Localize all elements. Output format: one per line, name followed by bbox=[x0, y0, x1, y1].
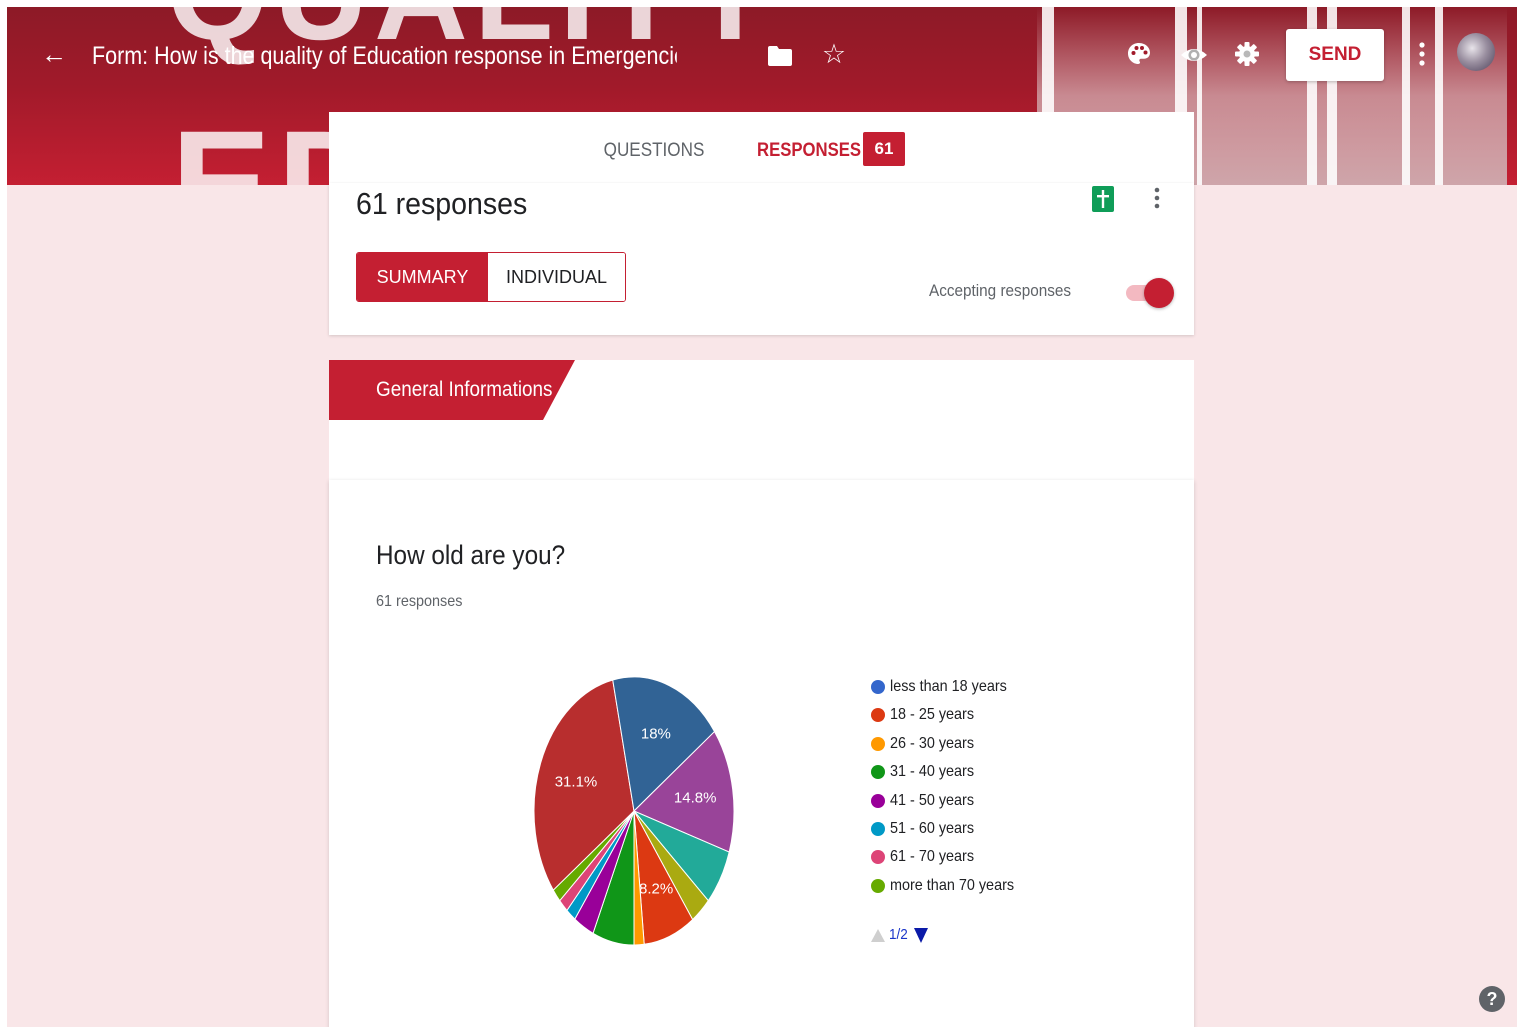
legend-label: more than 70 years bbox=[890, 876, 1015, 894]
summary-button[interactable]: SUMMARY bbox=[357, 253, 488, 301]
legend-label: less than 18 years bbox=[890, 678, 1007, 695]
view-toggle: SUMMARY INDIVIDUAL bbox=[356, 252, 626, 302]
tab-questions[interactable]: QUESTIONS bbox=[596, 112, 713, 190]
legend-color-dot bbox=[871, 680, 885, 694]
legend-item[interactable]: 18 - 25 years bbox=[869, 703, 1109, 729]
tabs-bar: QUESTIONS RESPONSES 61 bbox=[329, 112, 1194, 190]
legend-pager: 1/2 bbox=[869, 925, 989, 947]
pie-slice-label: 31.1% bbox=[555, 774, 598, 791]
legend-color-dot bbox=[871, 736, 885, 751]
responses-count-badge: 61 bbox=[863, 132, 905, 166]
header-stripe bbox=[1402, 7, 1410, 185]
more-vert-icon[interactable] bbox=[1147, 185, 1167, 213]
legend-label: 26 - 30 years bbox=[890, 734, 975, 752]
section-title: General Informations bbox=[376, 378, 553, 401]
legend-color-dot bbox=[871, 878, 885, 893]
responses-summary-card: 61 responses SUMMARY INDIVIDUAL Acceptin… bbox=[329, 183, 1194, 335]
legend-item[interactable]: 31 - 40 years bbox=[869, 760, 1109, 786]
pie-chart: 31.1% 18% 14.8% 8.2% bbox=[533, 676, 735, 946]
legend-item[interactable]: 41 - 50 years bbox=[869, 789, 1109, 815]
question-response-count: 61 responses bbox=[376, 593, 463, 610]
legend-label: 51 - 60 years bbox=[890, 820, 975, 837]
legend-label: 31 - 40 years bbox=[890, 763, 975, 781]
legend-color-dot bbox=[871, 822, 885, 836]
avatar[interactable] bbox=[1457, 33, 1495, 71]
individual-button[interactable]: INDIVIDUAL bbox=[488, 253, 625, 301]
send-button[interactable]: SEND bbox=[1286, 29, 1384, 81]
legend-label: 61 - 70 years bbox=[890, 848, 975, 866]
eye-icon[interactable] bbox=[1179, 41, 1209, 69]
responses-count-title: 61 responses bbox=[356, 186, 528, 221]
legend-item[interactable]: 51 - 60 years bbox=[869, 817, 1109, 843]
header-stripe bbox=[1435, 7, 1443, 185]
section-header-card: General Informations bbox=[329, 360, 1194, 482]
legend-page-label: 1/2 bbox=[889, 926, 908, 943]
question-title: How old are you? bbox=[376, 540, 566, 570]
palette-icon[interactable] bbox=[1125, 40, 1153, 68]
tab-responses-label: RESPONSES bbox=[757, 140, 862, 161]
tab-responses[interactable]: RESPONSES 61 bbox=[731, 112, 931, 190]
legend-color-dot bbox=[871, 850, 885, 865]
help-icon[interactable]: ? bbox=[1479, 986, 1505, 1012]
legend-label: 18 - 25 years bbox=[890, 706, 975, 724]
back-arrow-icon[interactable]: ← bbox=[37, 37, 71, 71]
star-icon[interactable]: ☆ bbox=[819, 39, 849, 69]
accepting-responses-label: Accepting responses bbox=[929, 281, 1072, 300]
legend-next-icon[interactable] bbox=[914, 928, 928, 943]
legend-prev-icon[interactable] bbox=[871, 929, 885, 942]
legend-color-dot bbox=[871, 708, 885, 723]
legend-item[interactable]: more than 70 years bbox=[869, 874, 1109, 900]
folder-icon[interactable] bbox=[767, 45, 793, 67]
question-card: How old are you? 61 responses 31.1% 18% 14… bbox=[329, 480, 1194, 1027]
accepting-responses-toggle[interactable] bbox=[1124, 278, 1174, 308]
header-stripe bbox=[1197, 7, 1202, 185]
pie-slice-label: 18% bbox=[641, 725, 671, 742]
form-title[interactable]: Form: How is the quality of Education re… bbox=[92, 41, 677, 71]
legend-color-dot bbox=[871, 765, 885, 780]
legend-item[interactable]: 26 - 30 years bbox=[869, 732, 1109, 758]
toggle-thumb bbox=[1144, 278, 1174, 308]
legend-item[interactable]: 61 - 70 years bbox=[869, 845, 1109, 871]
sheets-icon[interactable] bbox=[1092, 186, 1114, 212]
pie-slice-label: 14.8% bbox=[674, 790, 717, 807]
legend-color-dot bbox=[871, 793, 885, 808]
more-vert-icon[interactable] bbox=[1410, 39, 1434, 69]
legend-label: 41 - 50 years bbox=[890, 791, 975, 809]
app-frame: QUALITY EDUCATION ← Form: How is the qua… bbox=[7, 7, 1517, 1027]
legend-item[interactable]: less than 18 years bbox=[869, 675, 1109, 701]
pie-slice-label: 8.2% bbox=[639, 881, 673, 898]
gear-icon[interactable] bbox=[1233, 40, 1261, 68]
chart-legend: less than 18 years 18 - 25 years 26 - 30 y… bbox=[869, 675, 1129, 955]
